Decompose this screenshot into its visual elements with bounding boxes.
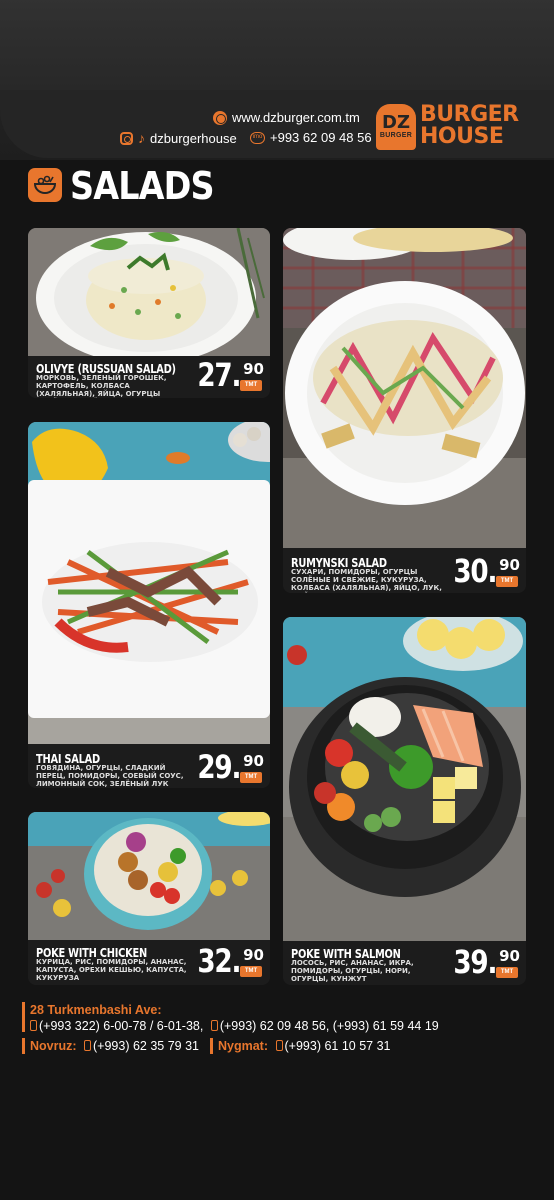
branch2-label: Nygmat: <box>218 1039 269 1053</box>
website-line[interactable]: www.dzburger.com.tm <box>213 110 360 125</box>
header-phone[interactable]: +993 62 09 48 56 <box>270 130 372 145</box>
menu-card-olivye[interactable]: OLIVYE (RUSSUAN SALAD) МОРКОВЬ, ЗЕЛЕНЫЙ … <box>28 228 270 398</box>
footer-address: 28 Turkmenbashi Ave: <box>30 1003 162 1017</box>
branch2-accent-bar <box>210 1038 213 1054</box>
instagram-icon <box>120 131 133 145</box>
item-price-cents: 90 <box>499 556 520 574</box>
social-line[interactable]: ♪ dzburgerhouse <box>120 130 237 146</box>
tiktok-icon: ♪ <box>138 130 145 146</box>
mobile-icon <box>210 1020 218 1031</box>
item-price: 30. <box>453 552 497 590</box>
footer-accent-bar <box>22 1002 25 1032</box>
item-price: 27. <box>197 356 241 394</box>
item-price: 29. <box>197 748 241 786</box>
menu-card-thai[interactable]: THAI SALAD ГОВЯДИНА, ОГУРЦЫ, СЛАДКИЙ ПЕР… <box>28 422 270 788</box>
salad-bowl-icon <box>28 168 62 202</box>
imo-icon: imo <box>250 131 265 144</box>
item-price-cents: 90 <box>243 946 264 964</box>
currency-badge: TMT <box>240 772 262 783</box>
item-description: МОРКОВЬ, ЗЕЛЕНЫЙ ГОРОШЕК, КАРТОФЕЛЬ, КОЛ… <box>36 374 167 398</box>
landline-text[interactable]: (+993 322) 6-00-78 / 6-01-38, <box>39 1019 203 1033</box>
website-text[interactable]: www.dzburger.com.tm <box>232 110 360 125</box>
mobile-icon <box>84 1040 92 1051</box>
header-shade <box>0 0 554 90</box>
phone-line[interactable]: imo +993 62 09 48 56 <box>250 130 372 145</box>
logo-mark: DZ BURGER <box>376 104 416 150</box>
item-description: СУХАРИ, ПОМИДОРЫ, ОГУРЦЫ СОЛЁНЫЕ И СВЕЖИ… <box>291 568 442 593</box>
section-title: SALADS <box>70 164 215 208</box>
logo-line1: BURGER <box>420 102 519 127</box>
item-price-cents: 90 <box>243 752 264 770</box>
currency-badge: TMT <box>240 380 262 391</box>
poke-salmon-photo <box>283 617 526 941</box>
address-text: 28 Turkmenbashi Ave: <box>30 1003 162 1017</box>
phone-icon <box>30 1020 37 1031</box>
logo-wordmark: BURGER HOUSE <box>420 104 519 148</box>
logo-mark-subtext: BURGER <box>379 132 413 139</box>
poke-chicken-photo <box>28 812 270 940</box>
olivye-photo <box>28 228 270 356</box>
branch2-phone[interactable]: (+993) 61 10 57 31 <box>285 1039 391 1053</box>
currency-badge: TMT <box>496 967 518 978</box>
logo-mark-text: DZ <box>382 112 410 133</box>
logo-line2: HOUSE <box>420 124 504 149</box>
mobile-icon <box>275 1040 283 1051</box>
branch1-line[interactable]: Novruz: (+993) 62 35 79 31 <box>30 1039 199 1053</box>
item-price: 32. <box>197 942 241 980</box>
item-description: ГОВЯДИНА, ОГУРЦЫ, СЛАДКИЙ ПЕРЕЦ, ПОМИДОР… <box>36 764 184 788</box>
currency-badge: TMT <box>496 576 518 587</box>
menu-card-poke-chicken[interactable]: POKE WITH CHICKEN КУРИЦА, РИС, ПОМИДОРЫ,… <box>28 812 270 985</box>
item-price-cents: 90 <box>243 360 264 378</box>
branch2-line[interactable]: Nygmat: (+993) 61 10 57 31 <box>218 1039 391 1053</box>
globe-icon <box>213 110 227 125</box>
item-price-cents: 90 <box>499 947 520 965</box>
item-description: ЛОСОСЬ, РИС, АНАНАС, ИКРА, ПОМИДОРЫ, ОГУ… <box>291 959 414 983</box>
item-description: КУРИЦА, РИС, ПОМИДОРЫ, АНАНАС, КАПУСТА, … <box>36 958 187 982</box>
item-price: 39. <box>453 943 497 981</box>
mobile-text[interactable]: (+993) 62 09 48 56, (+993) 61 59 44 19 <box>220 1019 439 1033</box>
branch1-phone[interactable]: (+993) 62 35 79 31 <box>93 1039 199 1053</box>
footer-phones[interactable]: (+993 322) 6-00-78 / 6-01-38, (+993) 62 … <box>30 1019 439 1033</box>
menu-card-poke-salmon[interactable]: POKE WITH SALMON ЛОСОСЬ, РИС, АНАНАС, ИК… <box>283 617 526 985</box>
menu-card-rumynski[interactable]: RUMYNSKI SALAD СУХАРИ, ПОМИДОРЫ, ОГУРЦЫ … <box>283 228 526 593</box>
branch1-accent-bar <box>22 1038 25 1054</box>
thai-photo <box>28 422 270 744</box>
branch1-label: Novruz: <box>30 1039 77 1053</box>
social-handle[interactable]: dzburgerhouse <box>150 131 237 146</box>
rumynski-photo <box>283 228 526 548</box>
currency-badge: TMT <box>240 966 262 977</box>
